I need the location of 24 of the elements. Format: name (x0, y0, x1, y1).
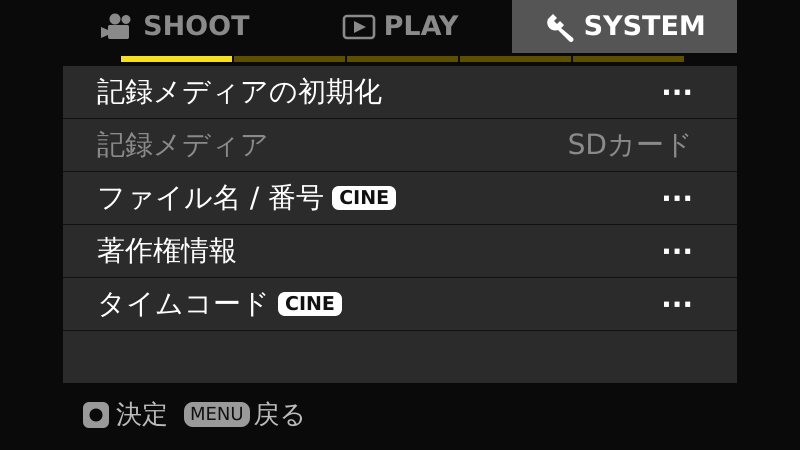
tab[interactable]: PLAY (288, 0, 512, 53)
menu-item[interactable]: 著作権情報 ··· (63, 225, 737, 278)
menu-item[interactable]: タイムコード CINE ··· (63, 278, 737, 331)
menu-item-label: ファイル名 / 番号 (97, 180, 324, 216)
tab[interactable]: SHOOT (63, 0, 288, 53)
menu-item-value: ··· (661, 76, 693, 108)
menu-item-value: ··· (661, 182, 693, 214)
play-icon (342, 12, 376, 40)
menu-item-label: タイムコード (97, 286, 270, 322)
menu-item-value: ··· (661, 234, 693, 268)
menu-item[interactable]: ファイル名 / 番号 CINE ··· (63, 172, 737, 225)
button-icon (82, 400, 110, 428)
menu-item-label: 記録メディアの初期化 (97, 74, 382, 110)
menu-item-label: 著作権情報 (97, 233, 237, 269)
menu-item-label: 記録メディア (97, 127, 269, 163)
menu-item-value: ··· (661, 288, 693, 320)
menu-item-value: SDカード (568, 127, 693, 163)
tab[interactable]: SYSTEM (512, 0, 738, 53)
menu-item[interactable]: 記録メディアの初期化 ··· (63, 66, 737, 119)
cine-badge: CINE (278, 292, 342, 316)
menu-key-label: MENU (184, 402, 250, 427)
footer-hint: 戻る (254, 399, 307, 432)
cine-badge: CINE (332, 186, 396, 210)
footer-hint: 決定 (116, 399, 168, 432)
